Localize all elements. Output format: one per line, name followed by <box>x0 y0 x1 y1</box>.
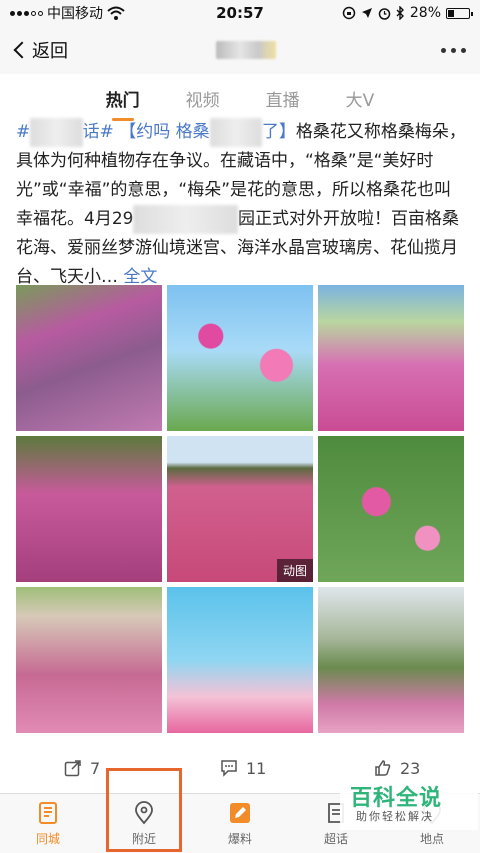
bottom-tab-city-label: 同城 <box>35 832 60 846</box>
bottom-tab-city[interactable]: 同城 <box>0 794 96 853</box>
location-arrow-icon <box>361 8 372 18</box>
comment-icon <box>221 760 237 777</box>
photo-6[interactable] <box>318 436 464 582</box>
photo-5[interactable]: 动图 <box>167 436 313 582</box>
bottom-tab-report-label: 爆料 <box>227 832 252 846</box>
nav-title-blurred <box>216 41 276 59</box>
status-right: 28% <box>342 5 473 21</box>
like-button[interactable]: 23 <box>374 759 420 778</box>
hashtag-link[interactable]: #████话# <box>16 118 114 147</box>
status-bar: 中国移动 20:57 28% <box>0 0 480 26</box>
chevron-left-icon <box>13 41 31 59</box>
watermark-subtitle: 助你轻松解决 <box>356 810 434 823</box>
location-pin-icon <box>135 801 153 825</box>
alarm-icon <box>378 7 391 20</box>
image-grid: 动图 <box>16 285 464 733</box>
city-icon <box>39 802 57 824</box>
bottom-tab-topic-label: 超话 <box>323 832 348 846</box>
tab-live[interactable]: 直播 <box>266 86 300 111</box>
nav-bar: 返回 <box>0 26 480 74</box>
tab-video[interactable]: 视频 <box>186 86 220 111</box>
comment-button[interactable]: 11 <box>220 759 266 778</box>
thumbs-up-icon <box>375 760 391 776</box>
share-icon <box>64 760 81 777</box>
bottom-tab-report[interactable]: 爆料 <box>192 794 288 853</box>
photo-4[interactable] <box>16 436 162 582</box>
full-text-link[interactable]: 全文 <box>123 267 157 287</box>
gif-badge: 动图 <box>276 559 313 582</box>
more-options-button[interactable] <box>441 47 466 53</box>
photo-1[interactable] <box>16 285 162 431</box>
back-button[interactable]: 返回 <box>10 37 68 63</box>
post-text: #████话# 【约吗 格桑████了】格桑花又称格桑梅朵，具体为何种植物存在争… <box>16 118 468 292</box>
back-label: 返回 <box>32 41 68 62</box>
rotation-lock-icon <box>342 6 356 20</box>
content-tabs: 热门 视频 直播 大V <box>0 74 480 122</box>
battery-icon <box>446 7 473 19</box>
comment-count: 11 <box>246 758 267 778</box>
photo-3[interactable] <box>318 285 464 431</box>
bottom-tab-nearby-label: 附近 <box>131 832 156 846</box>
tab-bigv[interactable]: 大V <box>346 86 375 111</box>
photo-2[interactable] <box>167 285 313 431</box>
photo-9[interactable] <box>318 587 464 733</box>
bottom-tab-nearby[interactable]: 附近 <box>96 794 192 853</box>
tab-hot[interactable]: 热门 <box>106 86 140 111</box>
bracket-title-link[interactable]: 【约吗 格桑████了】 <box>119 118 296 147</box>
photo-8[interactable] <box>167 587 313 733</box>
watermark: 百科全说 助你轻松解决 <box>340 778 478 830</box>
bottom-tab-place-label: 地点 <box>419 832 444 846</box>
repost-button[interactable]: 7 <box>64 759 100 778</box>
repost-count: 7 <box>90 758 101 778</box>
like-count: 23 <box>400 758 421 778</box>
edit-icon <box>230 803 250 823</box>
battery-percent: 28% <box>409 5 441 21</box>
photo-7[interactable] <box>16 587 162 733</box>
bluetooth-icon <box>396 6 404 20</box>
